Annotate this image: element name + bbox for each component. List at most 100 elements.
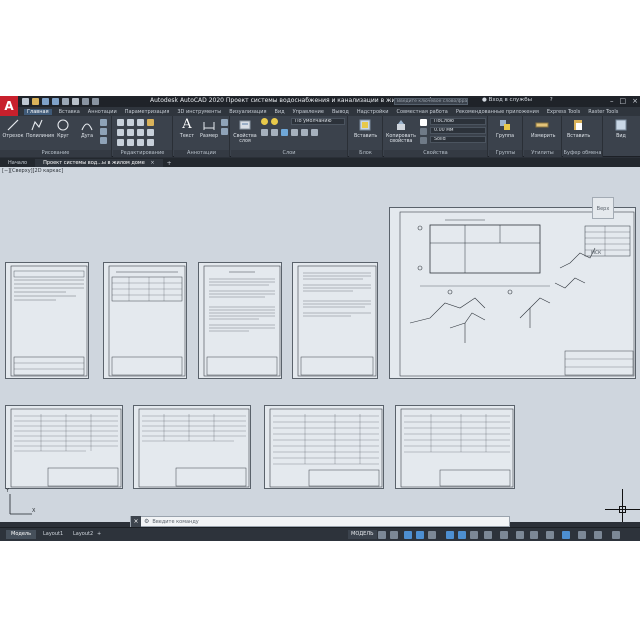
modify-group-label[interactable]: Редактирование	[113, 150, 172, 157]
layer-off-icon[interactable]	[261, 129, 268, 136]
hardware-acceleration-icon[interactable]	[578, 531, 586, 539]
annotation-scale-icon[interactable]	[500, 531, 508, 539]
isodraft-icon[interactable]	[428, 531, 436, 539]
tab-manage[interactable]: Управление	[292, 109, 325, 115]
quick-properties-icon[interactable]	[546, 531, 554, 539]
polar-icon[interactable]	[416, 531, 424, 539]
paste-button[interactable]: Вставить	[567, 118, 590, 139]
block-group-label[interactable]: Блок	[349, 150, 382, 157]
dimension-button[interactable]: Размер	[198, 118, 220, 139]
save-icon[interactable]	[42, 98, 49, 105]
match-layer-icon[interactable]	[311, 129, 318, 136]
layer-lock-icon[interactable]	[291, 129, 298, 136]
model-space-button[interactable]: МОДЕЛЬ	[348, 530, 377, 539]
current-layer-dropdown[interactable]: По умолчанию	[291, 118, 345, 125]
layer-properties-button[interactable]: Свойства слоя	[233, 118, 257, 144]
redo-icon[interactable]	[92, 98, 99, 105]
grid-icon[interactable]	[378, 531, 386, 539]
command-line-close-icon[interactable]: ×	[131, 516, 141, 527]
explode-icon[interactable]	[147, 129, 154, 136]
group-button[interactable]: Группа	[494, 118, 516, 139]
new-tab-button[interactable]: +	[163, 160, 176, 167]
viewcube[interactable]: Верх	[592, 197, 614, 219]
print-icon[interactable]	[72, 98, 79, 105]
undo-icon[interactable]	[82, 98, 89, 105]
transparency-icon[interactable]	[484, 531, 492, 539]
tab-collaborate[interactable]: Совместная работа	[396, 109, 449, 115]
layers-group-label[interactable]: Слои	[231, 150, 347, 157]
tab-addins[interactable]: Надстройки	[356, 109, 390, 115]
make-current-icon[interactable]	[301, 129, 308, 136]
tab-render[interactable]: Визуализация	[228, 109, 267, 115]
linetype-dropdown[interactable]: Solid	[430, 136, 486, 143]
tab-featured-apps[interactable]: Рекомендованные приложения	[455, 109, 540, 115]
leader-icon[interactable]	[221, 119, 228, 126]
tab-raster-tools[interactable]: Raster Tools	[587, 109, 619, 115]
properties-group-label[interactable]: Свойства	[384, 150, 487, 157]
new-icon[interactable]	[22, 98, 29, 105]
circle-button[interactable]: Круг	[52, 118, 74, 139]
drawing-area[interactable]: [−][Сверху][2D каркас] Верх МСК Y X	[0, 167, 640, 522]
arc-button[interactable]: Дуга	[76, 118, 98, 139]
tab-express-tools[interactable]: Express Tools	[546, 109, 581, 115]
fillet-icon[interactable]	[137, 129, 144, 136]
layer-freeze-icon[interactable]	[281, 129, 288, 136]
copy-icon[interactable]	[117, 129, 124, 136]
lineweight-toggle-icon[interactable]	[470, 531, 478, 539]
tab-home[interactable]: Главная	[24, 108, 52, 115]
stretch-icon[interactable]	[117, 139, 124, 146]
tab-parametric[interactable]: Параметризация	[124, 109, 171, 115]
polyline-button[interactable]: Полилиния	[26, 118, 54, 139]
tab-output[interactable]: Вывод	[331, 109, 350, 115]
annotation-group-label[interactable]: Аннотации	[174, 150, 229, 157]
otrack-icon[interactable]	[458, 531, 466, 539]
match-properties-button[interactable]: Копировать свойства	[386, 118, 416, 144]
ortho-icon[interactable]	[404, 531, 412, 539]
rectangle-icon[interactable]	[100, 119, 107, 126]
tab-3d-tools[interactable]: 3D инструменты	[176, 109, 222, 115]
offset-icon[interactable]	[147, 139, 154, 146]
close-icon[interactable]: ×	[632, 97, 638, 105]
clean-screen-icon[interactable]	[594, 531, 602, 539]
insert-block-button[interactable]: Вставить	[354, 118, 377, 139]
measure-button[interactable]: Измерить	[531, 118, 556, 139]
draw-group-label[interactable]: Рисование	[0, 150, 111, 157]
command-input[interactable]: Введите команду	[149, 519, 198, 525]
rotate-icon[interactable]	[127, 119, 134, 126]
osnap-icon[interactable]	[446, 531, 454, 539]
array-icon[interactable]	[137, 139, 144, 146]
move-icon[interactable]	[117, 119, 124, 126]
sign-in-menu[interactable]: ● Вход в службы ?	[482, 97, 553, 103]
hatch-icon[interactable]	[100, 128, 107, 135]
lineweight-dropdown[interactable]: 0.00 мм	[430, 127, 486, 134]
tab-annotate[interactable]: Аннотации	[87, 109, 118, 115]
trim-icon[interactable]	[137, 119, 144, 126]
maximize-icon[interactable]: □	[620, 97, 627, 105]
customization-menu-icon[interactable]	[612, 531, 620, 539]
text-button[interactable]: A Текст	[176, 118, 198, 140]
utilities-group-label[interactable]: Утилиты	[524, 150, 561, 157]
search-input[interactable]: Введите ключевое слово/фразу	[394, 98, 468, 105]
table-icon[interactable]	[221, 128, 228, 135]
workspace-icon[interactable]	[516, 531, 524, 539]
line-button[interactable]: Отрезок	[2, 118, 24, 139]
clipboard-group-label[interactable]: Буфер обмена	[563, 150, 602, 157]
view-button[interactable]: Вид	[610, 118, 632, 139]
save-as-icon[interactable]	[52, 98, 59, 105]
tab-view[interactable]: Вид	[273, 109, 285, 115]
web-icon[interactable]	[62, 98, 69, 105]
erase-icon[interactable]	[147, 119, 154, 126]
tab-layout1[interactable]: Layout1	[38, 530, 68, 539]
layer-isolate-icon[interactable]	[271, 129, 278, 136]
autocad-logo-button[interactable]: A	[0, 96, 18, 116]
open-icon[interactable]	[32, 98, 39, 105]
add-layout-button[interactable]: +	[92, 530, 106, 539]
wcs-menu[interactable]: МСК	[591, 251, 601, 256]
snap-icon[interactable]	[390, 531, 398, 539]
tab-active-drawing[interactable]: Проект системы вод...ы в жилом доме ×	[35, 159, 163, 167]
command-line[interactable]: × ⚙ Введите команду	[130, 516, 510, 527]
close-tab-icon[interactable]: ×	[150, 160, 154, 166]
tab-model[interactable]: Модель	[6, 530, 37, 539]
minimize-icon[interactable]: –	[610, 97, 614, 105]
groups-group-label[interactable]: Группы	[489, 150, 522, 157]
